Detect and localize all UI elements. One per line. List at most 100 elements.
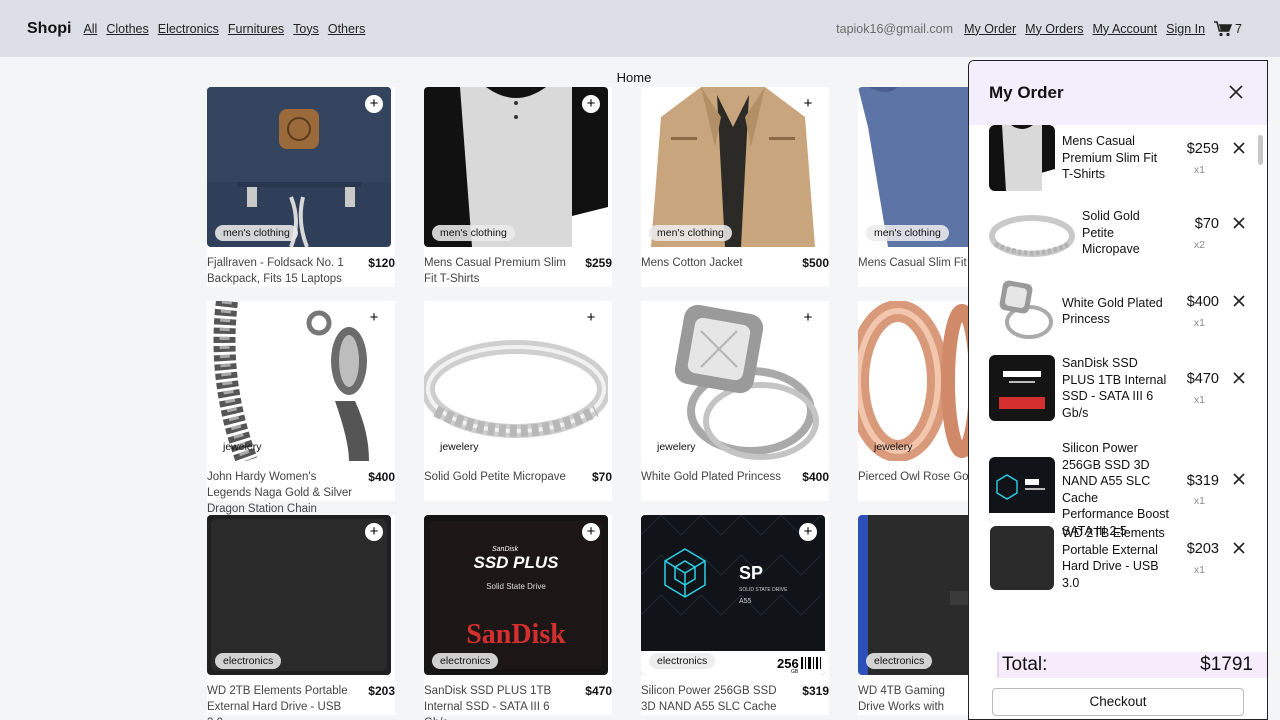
cart-button[interactable]: 7 [1214,20,1242,37]
nav-category-electronics[interactable]: Electronics [158,22,219,36]
panel-header: My Order [969,61,1267,125]
remove-item-button[interactable] [1233,472,1245,489]
product-card[interactable]: SP SOLID STATE DRIVE A55 256 GB + electr… [641,515,829,715]
hard-drive-image [207,515,391,675]
tshirt-image [424,87,608,247]
product-title: Mens Casual Premium Slim Fit T-Shirts [424,257,566,285]
close-icon [1233,473,1245,485]
order-item-price: $400 [1186,294,1219,310]
product-price: $203 [368,684,395,698]
remove-item-button[interactable] [1233,294,1245,311]
product-price: $470 [585,684,612,698]
product-card[interactable]: + jewelery Solid Gold Petite Micropave $… [424,301,612,501]
product-image[interactable]: + men's clothing [424,87,608,247]
category-badge: men's clothing [215,225,298,241]
remove-item-button[interactable] [1233,541,1245,558]
product-card[interactable]: + jewelery John Hardy Women's Legends Na… [207,301,395,531]
brand-logo[interactable]: Shopi [27,20,71,38]
order-item-price: $70 [1194,216,1219,232]
order-item: White Gold Plated Princess $400 x1 [989,278,1249,344]
add-to-cart-button[interactable]: + [799,95,817,113]
product-info: Fjallraven - Foldsack No. 1 Backpack, Fi… [207,247,395,287]
checkout-button[interactable]: Checkout [992,688,1244,716]
product-price: $400 [802,470,829,484]
backpack-image [207,87,391,247]
sp-line-text: SOLID STATE DRIVE [739,587,788,593]
product-card[interactable]: + jewelery White Gold Plated Princess $4… [641,301,829,501]
nav-right: tapiok16@gmail.com My Order My Orders My… [836,20,1242,37]
cart-icon [1214,20,1233,36]
order-item-thumb [989,525,1055,591]
product-image[interactable]: + electronics [207,515,391,675]
order-item-name: Mens Casual Premium Slim Fit T-Shirts [1062,134,1158,182]
scrollbar-thumb[interactable] [1258,135,1263,165]
silicon-power-ssd-image: SP SOLID STATE DRIVE A55 256 GB [641,515,825,675]
product-card[interactable]: + men's clothing Mens Cotton Jacket $500 [641,87,829,287]
jacket-image [641,87,825,247]
product-info: WD 2TB Elements Portable External Hard D… [207,675,395,720]
add-to-cart-button[interactable]: + [799,523,817,541]
plus-icon: + [803,523,813,540]
order-item-right: $319 x1 [1187,472,1245,507]
plus-icon: + [586,95,596,112]
product-image[interactable]: + jewelery [424,301,608,461]
sp-model-text: A55 [739,598,752,605]
nav-category-clothes[interactable]: Clothes [106,22,148,36]
order-item-qty: x1 [1193,563,1205,576]
nav-category-all[interactable]: All [83,22,97,36]
product-image[interactable]: + men's clothing [207,87,391,247]
remove-item-button[interactable] [1233,216,1245,233]
product-card[interactable]: + electronics WD 2TB Elements Portable E… [207,515,395,720]
add-to-cart-button[interactable]: + [582,309,600,327]
order-item-qty: x2 [1193,238,1205,251]
add-to-cart-button[interactable]: + [365,523,383,541]
product-card[interactable]: + men's clothing Fjallraven - Foldsack N… [207,87,395,287]
order-item-thumb [989,278,1055,344]
product-image[interactable]: + men's clothing [641,87,825,247]
category-badge: men's clothing [649,225,732,241]
add-to-cart-button[interactable]: + [582,523,600,541]
order-item-name: White Gold Plated Princess [1062,295,1163,327]
nav-my-order[interactable]: My Order [964,22,1016,36]
product-image[interactable]: SP SOLID STATE DRIVE A55 256 GB + electr… [641,515,825,675]
product-card[interactable]: SanDisk SSD PLUS Solid State Drive SanDi… [424,515,612,720]
product-title: Fjallraven - Foldsack No. 1 Backpack, Fi… [207,257,344,285]
order-list-scrollbar[interactable] [1255,125,1267,645]
product-image[interactable]: + jewelery [207,301,391,461]
cart-count: 7 [1235,21,1242,36]
product-title: Silicon Power 256GB SSD 3D NAND A55 SLC … [641,685,777,713]
nav-my-orders[interactable]: My Orders [1025,22,1083,36]
nav-category-others[interactable]: Others [328,22,366,36]
nav-my-account[interactable]: My Account [1093,22,1158,36]
product-info: Solid Gold Petite Micropave $70 [424,461,612,485]
product-grid: + men's clothing Fjallraven - Foldsack N… [207,87,1096,720]
add-to-cart-button[interactable]: + [365,309,383,327]
add-to-cart-button[interactable]: + [799,309,817,327]
add-to-cart-button[interactable]: + [582,95,600,113]
product-price: $259 [585,256,612,270]
nav-category-toys[interactable]: Toys [293,22,319,36]
nav-sign-in[interactable]: Sign In [1166,22,1205,36]
product-card[interactable]: + men's clothing Mens Casual Premium Sli… [424,87,612,287]
product-price: $70 [591,470,612,484]
plus-icon: + [369,523,379,540]
category-badge: jewelery [874,441,913,453]
order-item-name: Solid Gold Petite Micropave [1082,209,1140,257]
product-image[interactable]: + jewelery [641,301,825,461]
plus-icon: + [586,309,596,326]
product-image[interactable]: SanDisk SSD PLUS Solid State Drive SanDi… [424,515,608,675]
nav-category-furnitures[interactable]: Furnitures [228,22,284,36]
product-info: Mens Casual Premium Slim Fit T-Shirts $2… [424,247,612,287]
order-item-price: $470 [1186,371,1219,387]
close-panel-button[interactable] [1229,83,1243,104]
plus-icon: + [803,95,813,112]
order-item-right: $70 x2 [1194,216,1245,251]
remove-item-button[interactable] [1233,371,1245,388]
product-title: Solid Gold Petite Micropave [424,471,566,483]
plus-icon: + [803,309,813,326]
remove-item-button[interactable] [1233,141,1245,158]
add-to-cart-button[interactable]: + [365,95,383,113]
order-item-price: $203 [1186,541,1219,557]
plus-icon: + [586,523,596,540]
navbar: Shopi All Clothes Electronics Furnitures… [0,0,1280,57]
